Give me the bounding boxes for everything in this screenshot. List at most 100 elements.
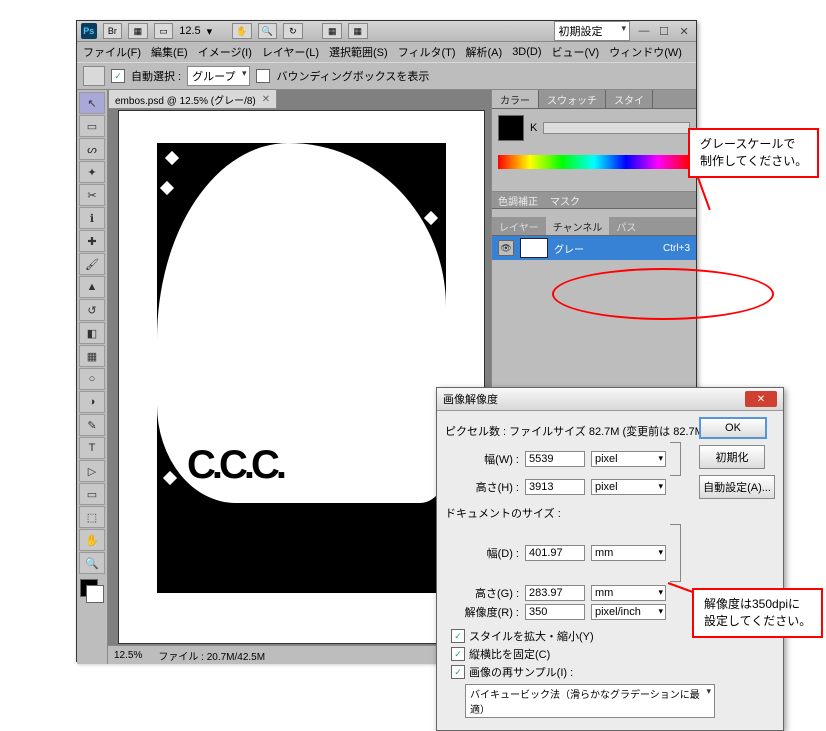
tab-color[interactable]: カラー (492, 90, 539, 108)
status-zoom[interactable]: 12.5% (114, 650, 142, 661)
close-tab-icon[interactable]: ✕ (262, 94, 270, 105)
dodge-tool[interactable]: ◑ (79, 391, 105, 413)
constrain-check[interactable]: ✓ (451, 647, 465, 661)
menu-3d[interactable]: 3D(D) (512, 46, 541, 58)
auto-select-check[interactable]: ✓ (111, 69, 125, 83)
menu-analysis[interactable]: 解析(A) (466, 44, 503, 60)
zoom-tool[interactable]: 🔍 (79, 552, 105, 574)
type-tool[interactable]: T (79, 437, 105, 459)
resample-method[interactable]: バイキュービック法（滑らかなグラデーションに最適） (465, 684, 715, 718)
menu-select[interactable]: 選択範囲(S) (329, 44, 388, 60)
crop-tool[interactable]: ✂ (79, 184, 105, 206)
menu-window[interactable]: ウィンドウ(W) (609, 44, 682, 60)
stamp-tool[interactable]: ▲ (79, 276, 105, 298)
status-file: ファイル : 20.7M/42.5M (158, 648, 265, 663)
move-tool[interactable]: ↖ (79, 92, 105, 114)
cancel-button[interactable]: 初期化 (699, 445, 765, 469)
move-tool-icon[interactable] (83, 66, 105, 86)
tab-style[interactable]: スタイ (606, 90, 653, 108)
channel-thumb (520, 238, 548, 258)
doc-width-input[interactable]: 401.97 (525, 545, 585, 561)
3d-tool[interactable]: ⬚ (79, 506, 105, 528)
document-tab-label: embos.psd @ 12.5% (グレー/8) (115, 92, 256, 107)
auto-button[interactable]: 自動設定(A)... (699, 475, 775, 499)
history-brush-tool[interactable]: ↺ (79, 299, 105, 321)
dialog-titlebar[interactable]: 画像解像度 ✕ (437, 388, 783, 411)
menu-image[interactable]: イメージ(I) (198, 44, 252, 60)
k-slider[interactable] (543, 122, 690, 134)
bridge-button[interactable]: Br (103, 23, 123, 39)
resample-check[interactable]: ✓ (451, 665, 465, 679)
menu-view[interactable]: ビュー(V) (552, 44, 600, 60)
color-ramp[interactable] (498, 155, 690, 169)
tab-path[interactable]: パス (609, 217, 643, 235)
height-label: 高さ(H) : (459, 479, 519, 495)
lasso-tool[interactable]: ᔕ (79, 138, 105, 160)
image-size-dialog: 画像解像度 ✕ OK 初期化 自動設定(A)... ピクセル数 : ファイルサイ… (436, 387, 784, 731)
height-unit[interactable]: pixel (591, 479, 666, 495)
arrange-icon[interactable]: ▦ (322, 23, 342, 39)
close-icon[interactable]: ✕ (676, 24, 692, 38)
foreground-swatch[interactable] (498, 115, 524, 141)
menu-layer[interactable]: レイヤー(L) (262, 44, 319, 60)
tab-channel[interactable]: チャンネル (546, 217, 610, 235)
resolution-input[interactable]: 350 (525, 604, 585, 620)
gradient-tool[interactable]: ▦ (79, 345, 105, 367)
color-panel: K (492, 109, 696, 192)
tab-layer[interactable]: レイヤー (492, 217, 546, 235)
doc-height-unit[interactable]: mm (591, 585, 666, 601)
visibility-icon[interactable]: 👁 (498, 240, 514, 256)
link-icon[interactable] (670, 524, 681, 582)
hand-tool[interactable]: ✋ (79, 529, 105, 551)
screen-mode-icon[interactable]: ▭ (154, 23, 174, 39)
shape-tool[interactable]: ▭ (79, 483, 105, 505)
doc-size-label: ドキュメントのサイズ : (445, 505, 775, 521)
channel-gray[interactable]: 👁 グレー Ctrl+3 (492, 236, 696, 260)
eraser-tool[interactable]: ◧ (79, 322, 105, 344)
link-icon[interactable] (670, 442, 681, 476)
doc-height-input[interactable]: 283.97 (525, 585, 585, 601)
zoom-icon[interactable]: 🔍 (258, 23, 278, 39)
minimize-icon[interactable]: — (636, 24, 652, 38)
hand-icon[interactable]: ✋ (232, 23, 252, 39)
doc-height-label: 高さ(G) : (459, 585, 519, 601)
doc-width-unit[interactable]: mm (591, 545, 666, 561)
width-unit[interactable]: pixel (591, 451, 666, 467)
fg-bg-swatch[interactable] (80, 579, 104, 603)
dialog-close-icon[interactable]: ✕ (745, 391, 777, 407)
callout-grayscale: グレースケールで 制作してください。 (688, 128, 819, 178)
scale-style-label: スタイルを拡大・縮小(Y) (469, 628, 594, 644)
wand-tool[interactable]: ✦ (79, 161, 105, 183)
height-input[interactable]: 3913 (525, 479, 585, 495)
blur-tool[interactable]: ○ (79, 368, 105, 390)
eyedropper-tool[interactable]: ℹ (79, 207, 105, 229)
document-tab[interactable]: embos.psd @ 12.5% (グレー/8) ✕ (108, 89, 277, 109)
tab-swatch[interactable]: スウォッチ (539, 90, 606, 108)
tab-mask[interactable]: マスク (544, 192, 586, 208)
workspace-select[interactable]: 初期設定 (554, 21, 631, 41)
status-bar: 12.5% ファイル : 20.7M/42.5M (108, 645, 491, 664)
canvas[interactable]: C.C.C. (118, 110, 485, 644)
scale-style-check[interactable]: ✓ (451, 629, 465, 643)
rotate-icon[interactable]: ↻ (283, 23, 303, 39)
doc-arrange-icon[interactable]: ▦ (128, 23, 148, 39)
menu-edit[interactable]: 編集(E) (151, 44, 188, 60)
brush-tool[interactable]: 🖌 (79, 253, 105, 275)
resolution-label: 解像度(R) : (459, 604, 519, 620)
options-bar: ✓ 自動選択 : グループ ✓ バウンディングボックスを表示 (77, 62, 696, 90)
path-tool[interactable]: ▷ (79, 460, 105, 482)
pen-tool[interactable]: ✎ (79, 414, 105, 436)
maximize-icon[interactable]: ☐ (656, 24, 672, 38)
heal-tool[interactable]: ✚ (79, 230, 105, 252)
tab-adjustments[interactable]: 色調補正 (492, 192, 544, 208)
extras-icon[interactable]: ▦ (348, 23, 368, 39)
resolution-unit[interactable]: pixel/inch (591, 604, 666, 620)
menu-filter[interactable]: フィルタ(T) (398, 44, 456, 60)
ok-button[interactable]: OK (699, 417, 767, 439)
menu-file[interactable]: ファイル(F) (83, 44, 141, 60)
zoom-dropdown-icon[interactable]: ▾ (207, 25, 213, 38)
marquee-tool[interactable]: ▭ (79, 115, 105, 137)
width-input[interactable]: 5539 (525, 451, 585, 467)
auto-select-target[interactable]: グループ (187, 66, 250, 86)
bbox-check[interactable]: ✓ (256, 69, 270, 83)
